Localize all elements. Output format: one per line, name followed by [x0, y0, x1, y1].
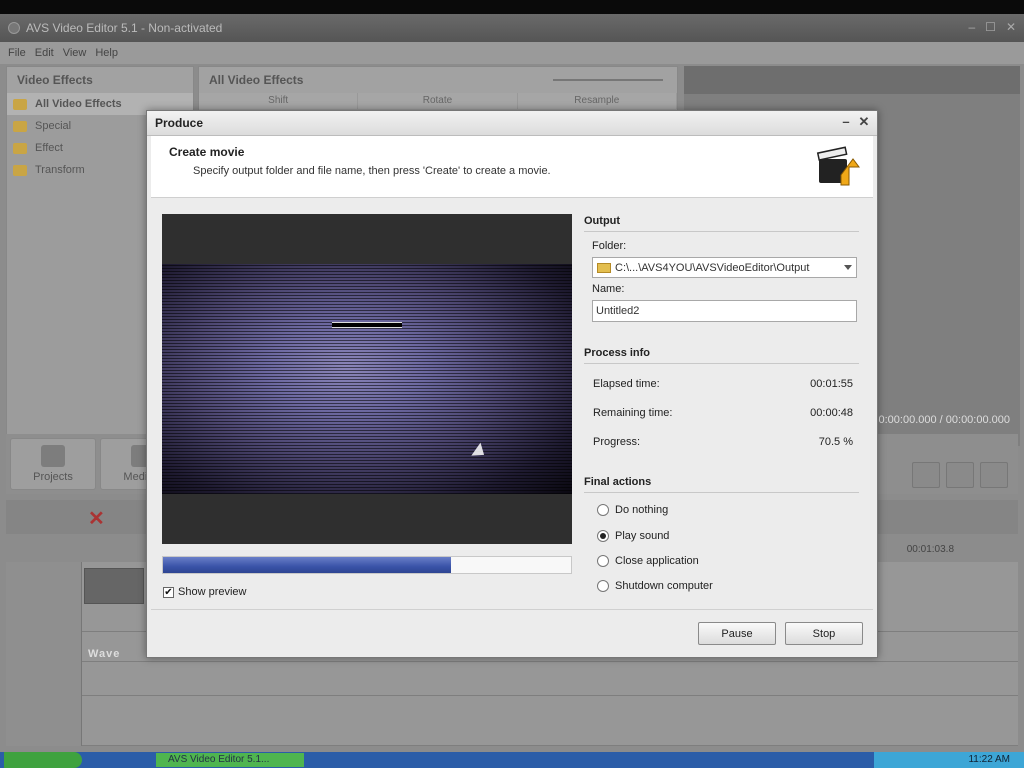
- video-preview: [162, 214, 572, 544]
- fullscreen-icon[interactable]: [946, 462, 974, 488]
- checkbox-icon[interactable]: ✔: [163, 586, 174, 598]
- system-tray: 11:22 AM: [874, 752, 1024, 768]
- projects-button[interactable]: Projects: [10, 438, 96, 490]
- folder-icon: [13, 142, 27, 154]
- dialog-titlebar: Produce – ✕: [147, 111, 877, 136]
- minimize-icon[interactable]: –: [968, 20, 975, 34]
- radio-icon[interactable]: [597, 555, 609, 567]
- chevron-down-icon[interactable]: [844, 265, 852, 270]
- app-title: AVS Video Editor 5.1 - Non-activated: [26, 21, 223, 35]
- tree-item-label: All Video Effects: [35, 98, 122, 110]
- timeline-track-headers: [6, 562, 82, 746]
- header-title: Create movie: [169, 145, 245, 159]
- produce-dialog: Produce – ✕ Create movie Specify output …: [146, 110, 878, 658]
- taskbar-app-label: AVS Video Editor 5.1...: [168, 754, 270, 765]
- radio-icon[interactable]: [597, 504, 609, 516]
- radio-label: Shutdown computer: [615, 580, 713, 592]
- timeline-time-marker: 00:01:03.8: [906, 544, 954, 555]
- dialog-title: Produce: [155, 116, 204, 130]
- radio-icon[interactable]: [597, 580, 609, 592]
- tray-clock: 11:22 AM: [968, 754, 1010, 765]
- start-button[interactable]: [4, 752, 82, 768]
- radio-do-nothing[interactable]: Do nothing: [597, 504, 668, 516]
- dialog-header: Create movie Specify output folder and f…: [151, 136, 873, 198]
- tree-item-label: Special: [35, 120, 72, 132]
- progress-value: 70.5 %: [818, 436, 853, 448]
- preview-frame: [162, 264, 572, 494]
- player-toolbar: [684, 66, 1020, 94]
- elapsed-time-value: 00:01:55: [810, 378, 853, 390]
- column-shift[interactable]: Shift: [199, 93, 359, 109]
- menu-help[interactable]: Help: [95, 47, 118, 59]
- video-clip[interactable]: [84, 568, 144, 604]
- radio-close-application[interactable]: Close application: [597, 555, 699, 567]
- production-progress-bar: [162, 556, 572, 574]
- close-icon[interactable]: ✕: [857, 115, 871, 129]
- delete-icon[interactable]: ✕: [88, 506, 105, 531]
- effects-tree-header: Video Effects: [7, 67, 193, 93]
- desktop-background: [0, 0, 1024, 14]
- folder-icon: [13, 120, 27, 132]
- audio-track[interactable]: [82, 696, 1018, 746]
- show-preview-label: Show preview: [178, 586, 247, 598]
- snapshot-icon[interactable]: [912, 462, 940, 488]
- pause-button[interactable]: Pause: [698, 622, 776, 645]
- menu-edit[interactable]: Edit: [35, 47, 54, 59]
- app-icon: [8, 22, 20, 34]
- maximize-icon[interactable]: ☐: [985, 20, 996, 34]
- volume-icon[interactable]: [980, 462, 1008, 488]
- menu-file[interactable]: File: [8, 47, 26, 59]
- radio-label: Close application: [615, 555, 699, 567]
- app-titlebar: AVS Video Editor 5.1 - Non-activated: [0, 14, 1024, 42]
- menu-view[interactable]: View: [63, 47, 87, 59]
- stop-button[interactable]: Stop: [785, 622, 863, 645]
- folder-value: C:\...\AVS4YOU\AVSVideoEditor\Output: [615, 261, 810, 274]
- folder-icon: [13, 98, 27, 110]
- radio-shutdown-computer[interactable]: Shutdown computer: [597, 580, 713, 592]
- column-resample[interactable]: Resample: [518, 93, 677, 109]
- progress-label: Progress:: [593, 436, 641, 448]
- folder-label: Folder:: [592, 240, 627, 252]
- player-tools: [912, 462, 1008, 488]
- folder-icon: [597, 262, 611, 273]
- zoom-slider[interactable]: [553, 79, 663, 81]
- projects-label: Projects: [33, 471, 73, 483]
- remaining-time-label: Remaining time:: [593, 407, 673, 419]
- radio-label: Do nothing: [615, 504, 669, 516]
- folder-icon: [13, 164, 27, 176]
- preview-artifact: [332, 322, 402, 328]
- folder-select[interactable]: C:\...\AVS4YOU\AVSVideoEditor\Output: [592, 257, 857, 278]
- wave-clip-label: Wave: [88, 648, 121, 660]
- show-preview-checkbox[interactable]: ✔ Show preview: [163, 586, 246, 598]
- column-rotate[interactable]: Rotate: [358, 93, 518, 109]
- remaining-time-value: 00:00:48: [810, 407, 853, 419]
- effects-list-header: All Video Effects: [199, 67, 677, 93]
- effects-column-headers: Shift Rotate Resample: [199, 93, 677, 109]
- text-track[interactable]: [82, 662, 1018, 696]
- process-info-section-title: Process info: [584, 347, 859, 364]
- player-time: 00:00:00.000 / 00:00:00.000: [872, 414, 1010, 426]
- header-description: Specify output folder and file name, the…: [193, 165, 551, 177]
- clapperboard-icon: [816, 146, 860, 186]
- output-section-title: Output: [584, 215, 859, 232]
- menu-bar: File Edit View Help: [0, 42, 1024, 64]
- close-icon[interactable]: ✕: [1006, 20, 1016, 34]
- final-actions-section-title: Final actions: [584, 476, 859, 493]
- tree-item-label: Transform: [35, 164, 85, 176]
- radio-play-sound[interactable]: Play sound: [597, 530, 669, 542]
- name-label: Name:: [592, 283, 625, 295]
- elapsed-time-label: Elapsed time:: [593, 378, 660, 390]
- taskbar-app-button[interactable]: AVS Video Editor 5.1...: [156, 753, 304, 767]
- minimize-icon[interactable]: –: [839, 115, 853, 129]
- radio-icon[interactable]: [597, 530, 609, 542]
- clapper-icon: [41, 445, 65, 467]
- radio-label: Play sound: [615, 530, 670, 542]
- taskbar: AVS Video Editor 5.1... 11:22 AM: [0, 752, 1024, 768]
- tree-item-label: Effect: [35, 142, 63, 154]
- window-controls: – ☐ ✕: [968, 20, 1016, 34]
- effects-list-title: All Video Effects: [209, 73, 304, 87]
- footer-divider: [151, 609, 873, 610]
- progress-fill: [163, 557, 451, 573]
- name-input[interactable]: [592, 300, 857, 322]
